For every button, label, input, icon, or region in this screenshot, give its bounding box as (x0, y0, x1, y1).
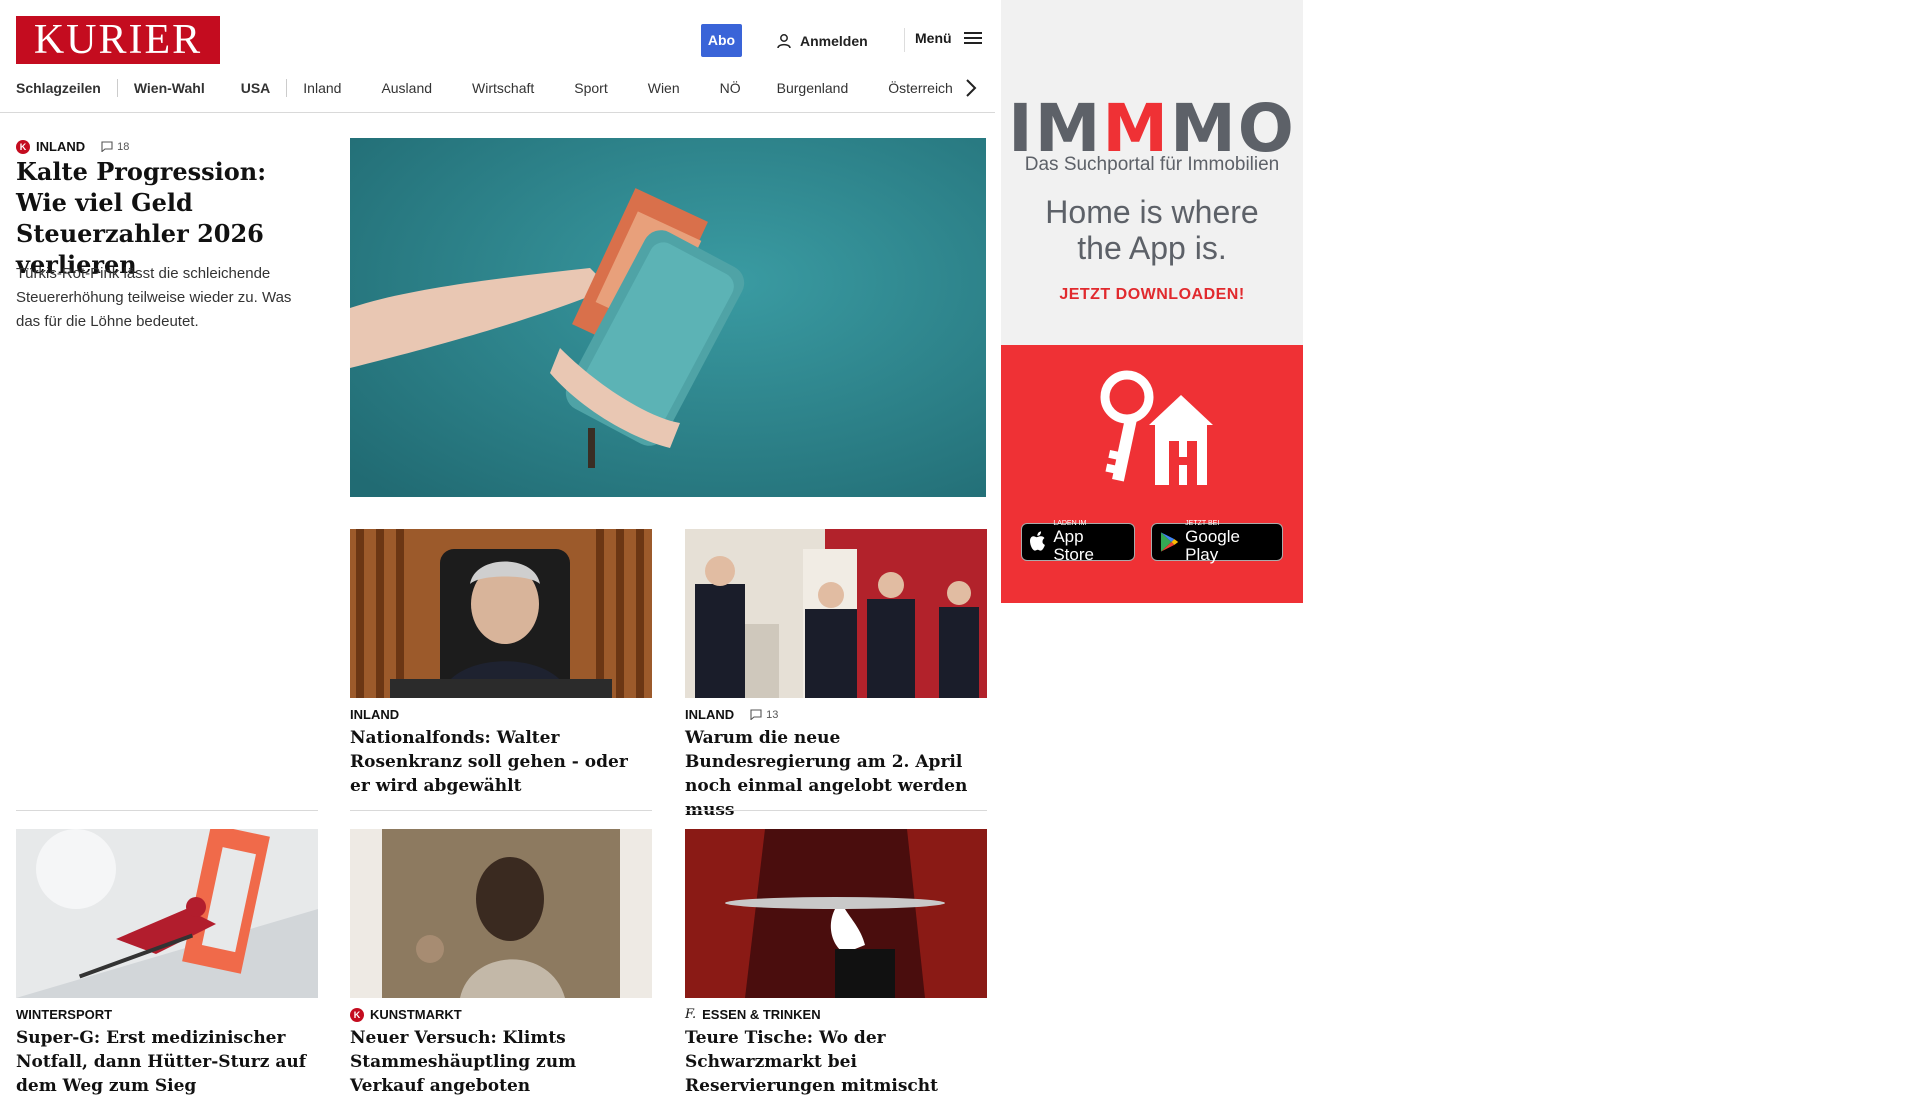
nav-item-usa[interactable]: USA (241, 80, 271, 96)
waiter-photo (685, 829, 987, 998)
nav-divider-line (0, 112, 995, 113)
abo-button[interactable]: Abo (701, 24, 742, 57)
ad-claim-line-1: Home is where (1045, 194, 1259, 230)
nav-item-wien[interactable]: Wien (648, 80, 680, 96)
nav-item-noe[interactable]: NÖ (720, 80, 741, 96)
login-button[interactable]: Anmelden (776, 30, 868, 52)
divider (16, 810, 318, 811)
card-image-rosenkranz[interactable] (350, 529, 652, 698)
card-5-headline[interactable]: Teure Tische: Wo der Schwarzmarkt bei Re… (685, 1026, 987, 1098)
google-play-label: Google Play (1185, 527, 1240, 564)
nav-item-wirtschaft[interactable]: Wirtschaft (472, 80, 534, 96)
nav-divider (286, 79, 288, 97)
card-5-kicker: f. ESSEN & TRINKEN (685, 1007, 821, 1022)
card-1-kicker: INLAND (350, 707, 399, 722)
angelobung-photo (685, 529, 987, 698)
ad-download-cta[interactable]: JETZT DOWNLOADEN! (1001, 286, 1303, 304)
card-5-section[interactable]: ESSEN & TRINKEN (702, 1007, 820, 1022)
card-image-klimt[interactable] (350, 829, 652, 998)
nav-item-burgenland[interactable]: Burgenland (777, 80, 849, 96)
chevron-right-icon (966, 79, 977, 97)
card-3-headline[interactable]: Super-G: Erst medizinischer Notfall, dan… (16, 1026, 326, 1098)
lead-kicker: K INLAND 18 (16, 139, 129, 154)
hamburger-icon (963, 32, 982, 44)
skier-photo (16, 829, 318, 998)
kurier-logo[interactable]: KURIER (16, 16, 220, 64)
nav-divider (116, 79, 118, 97)
card-2-kicker: INLAND 13 (685, 707, 778, 722)
kurier-plus-badge-icon: K (16, 139, 30, 154)
ad-claim-line-2: the App is. (1077, 230, 1227, 266)
nav-item-ausland[interactable]: Ausland (381, 80, 432, 96)
wallet-photo (350, 138, 986, 497)
card-1-section[interactable]: INLAND (350, 707, 399, 722)
rosenkranz-photo (350, 529, 652, 698)
freizeit-badge-icon: f. (685, 1007, 697, 1022)
key-house-icon (1087, 367, 1219, 496)
card-image-tische[interactable] (685, 829, 987, 998)
lead-comments[interactable]: 18 (101, 141, 129, 153)
lead-comment-count: 18 (117, 140, 130, 153)
menu-button[interactable]: Menü (915, 30, 982, 46)
nav-item-wien-wahl[interactable]: Wien-Wahl (134, 80, 205, 96)
login-label: Anmelden (800, 33, 868, 49)
ad-subtitle: Das Suchportal für Immobilien (1024, 154, 1280, 175)
lead-teaser: Türkis-Rot-Pink lässt die schleichende S… (16, 265, 292, 330)
card-1-headline[interactable]: Nationalfonds: Walter Rosenkranz soll ge… (350, 726, 652, 798)
nav-item-schlagzeilen[interactable]: Schlagzeilen (16, 80, 101, 96)
card-3-section[interactable]: WINTERSPORT (16, 1007, 112, 1022)
card-4-headline[interactable]: Neuer Versuch: Klimts Stammeshäuptling z… (350, 1026, 652, 1098)
section-nav: Schlagzeilen Wien-Wahl USA Inland Auslan… (16, 78, 953, 98)
google-play-button[interactable]: JETZT BEI Google Play (1151, 520, 1283, 564)
apple-icon (1030, 531, 1045, 551)
divider (350, 810, 652, 811)
card-2-comments[interactable]: 13 (750, 709, 778, 721)
menu-label: Menü (915, 30, 952, 46)
card-2-comment-count: 13 (766, 708, 779, 721)
app-store-button[interactable]: Laden im App Store (1021, 520, 1135, 564)
nav-item-inland[interactable]: Inland (303, 80, 341, 96)
user-icon (777, 34, 791, 49)
nav-item-sport[interactable]: Sport (574, 80, 607, 96)
card-4-kicker: K KUNSTMARKT (350, 1007, 462, 1022)
card-2-section[interactable]: INLAND (685, 707, 734, 722)
lead-image[interactable] (350, 138, 986, 497)
ad-claim: Home is where the App is. (1001, 194, 1303, 266)
nav-scroll-right-button[interactable] (964, 78, 978, 103)
header-divider (904, 28, 905, 52)
lead-section-label[interactable]: INLAND (36, 139, 85, 154)
kurier-plus-badge-icon: K (350, 1007, 364, 1022)
comment-icon (101, 141, 113, 152)
google-play-icon (1160, 532, 1179, 552)
card-4-section[interactable]: KUNSTMARKT (370, 1007, 462, 1022)
app-store-label: App Store (1053, 527, 1094, 564)
comment-icon (750, 709, 762, 720)
card-2-headline[interactable]: Warum die neue Bundesregierung am 2. Apr… (685, 726, 987, 822)
card-image-superg[interactable] (16, 829, 318, 998)
klimt-painting (350, 829, 652, 998)
divider (685, 810, 987, 811)
card-image-angelobung[interactable] (685, 529, 987, 698)
nav-item-oesterreich[interactable]: Österreich (888, 80, 953, 96)
card-3-kicker: WINTERSPORT (16, 1007, 112, 1022)
